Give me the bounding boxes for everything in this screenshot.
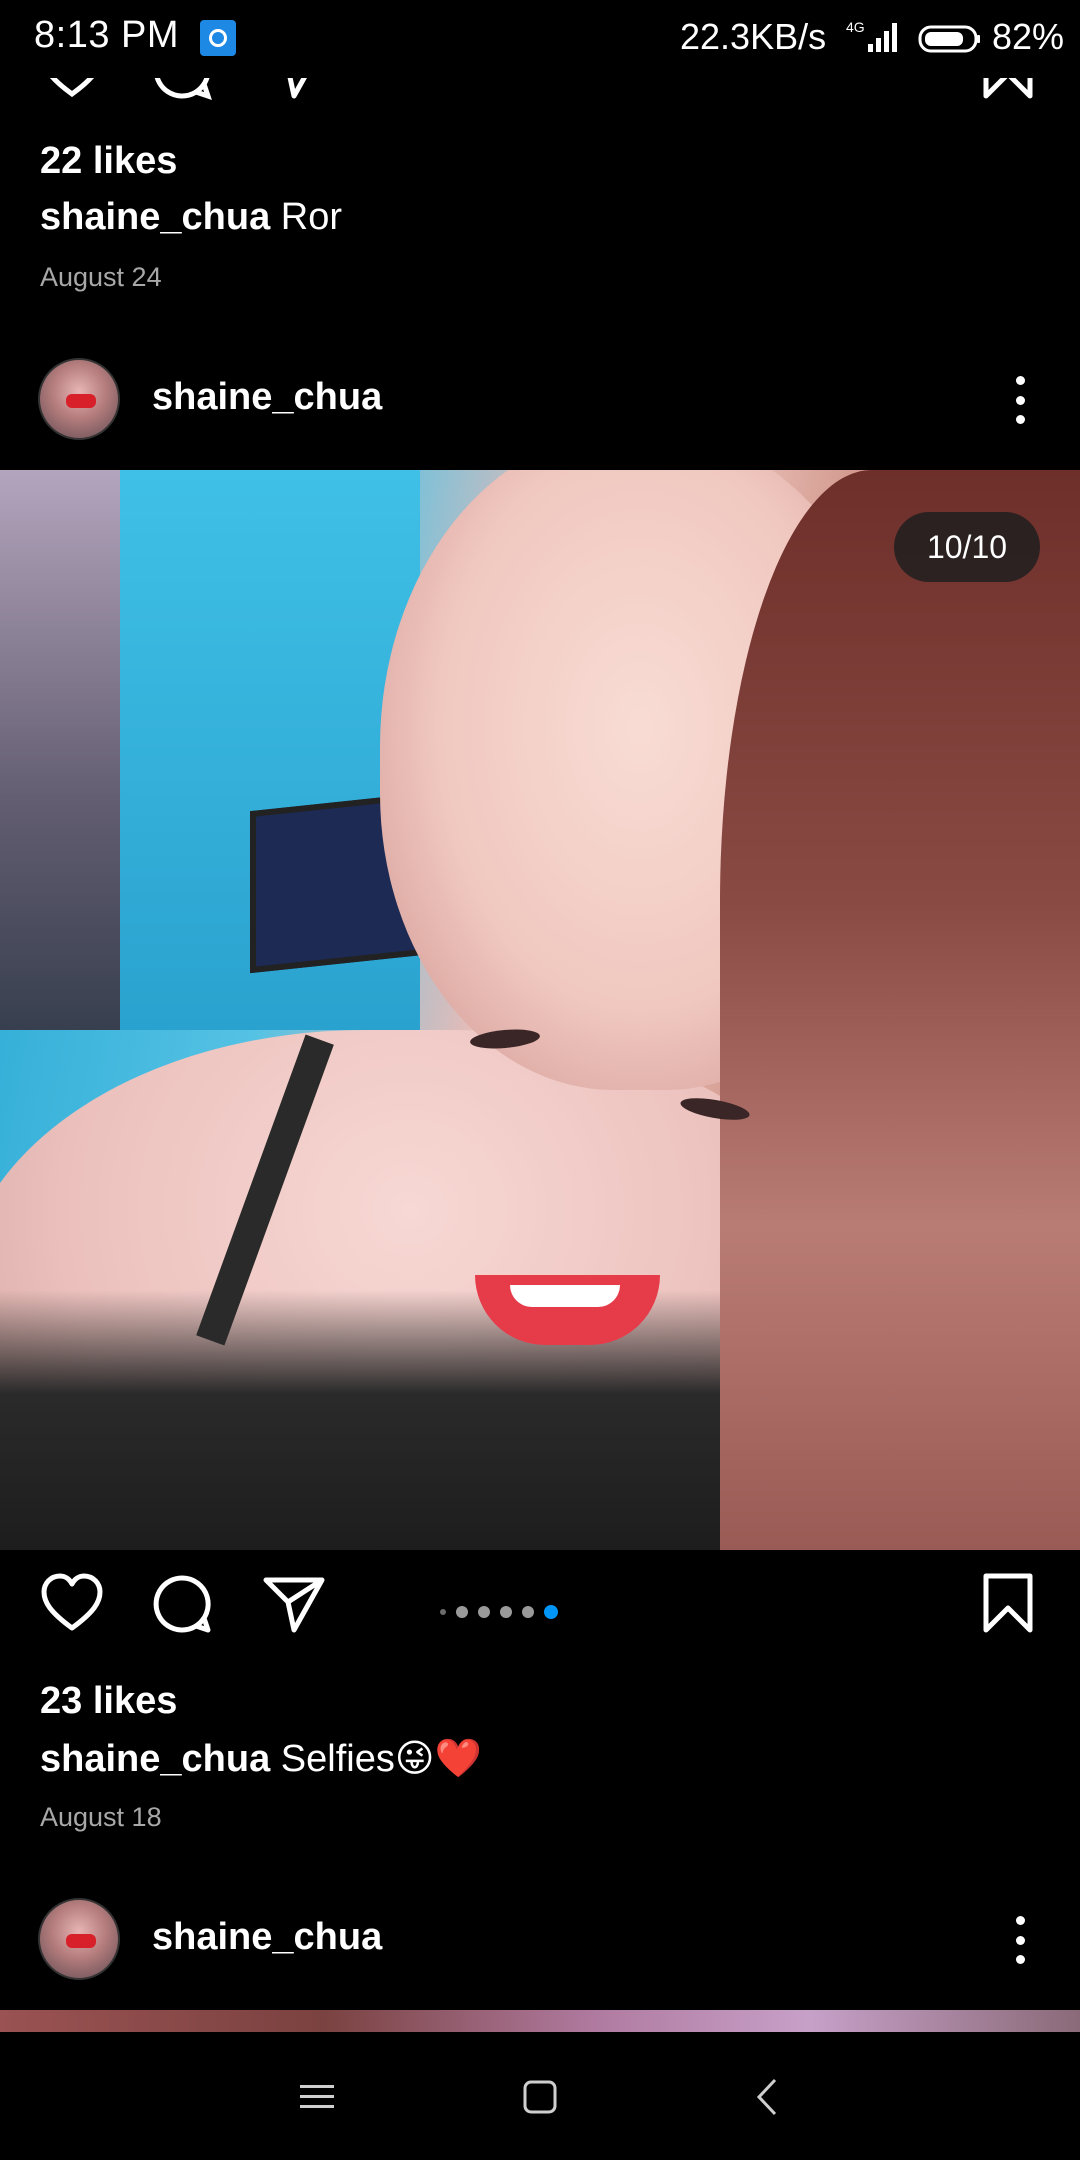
heart-outline-icon[interactable] bbox=[40, 1572, 104, 1636]
carousel-dot bbox=[456, 1606, 468, 1618]
post-caption: shaine_chua Ror bbox=[40, 196, 342, 239]
prev-post-actions bbox=[0, 78, 1080, 108]
post-username[interactable]: shaine_chua bbox=[152, 376, 382, 419]
speech-bubble-icon[interactable] bbox=[150, 1572, 214, 1636]
photo-hair bbox=[720, 470, 1080, 1550]
mi-app-icon bbox=[200, 20, 236, 56]
post-likes[interactable]: 22 likes bbox=[40, 140, 177, 183]
network-speed: 22.3KB/s bbox=[680, 16, 827, 57]
post-date: August 18 bbox=[40, 1802, 162, 1832]
caption-text: Ror bbox=[280, 196, 343, 238]
post-header: shaine_chua bbox=[0, 340, 1080, 460]
next-post-image[interactable] bbox=[0, 2010, 1080, 2032]
back-chevron-icon[interactable] bbox=[743, 2072, 793, 2122]
carousel-indicator bbox=[440, 1604, 558, 1620]
status-time: 8:13 PM bbox=[34, 14, 180, 56]
post-header: shaine_chua bbox=[0, 1880, 1080, 2000]
vertical-ellipsis-icon[interactable] bbox=[1000, 1910, 1040, 1970]
heart-outline-icon[interactable] bbox=[40, 78, 104, 102]
speech-bubble-icon[interactable] bbox=[150, 78, 214, 102]
menu-icon[interactable] bbox=[292, 2072, 342, 2122]
vertical-ellipsis-icon[interactable] bbox=[1000, 370, 1040, 430]
network-type: 4G bbox=[846, 19, 865, 35]
post-username[interactable]: shaine_chua bbox=[152, 1916, 382, 1959]
post-likes[interactable]: 23 likes bbox=[40, 1680, 177, 1723]
status-bar: 8:13 PM 22.3KB/s 4G 82% bbox=[0, 0, 1080, 78]
carousel-dot bbox=[500, 1606, 512, 1618]
bookmark-outline-icon[interactable] bbox=[980, 1572, 1036, 1636]
caption-text: Selfies😜❤️ bbox=[280, 1738, 482, 1780]
image-counter: 10/10 bbox=[894, 512, 1040, 582]
carousel-dot bbox=[522, 1606, 534, 1618]
post-actions bbox=[0, 1572, 1080, 1652]
carousel-dot bbox=[478, 1606, 490, 1618]
carousel-dot bbox=[440, 1609, 446, 1615]
post-caption: shaine_chua Selfies😜❤️ bbox=[40, 1736, 482, 1781]
system-nav-bar bbox=[0, 2032, 1080, 2160]
carousel-dot bbox=[544, 1605, 558, 1619]
battery-percent: 82% bbox=[992, 16, 1065, 57]
post-date: August 24 bbox=[40, 262, 162, 292]
avatar[interactable] bbox=[38, 1898, 120, 1980]
post-image[interactable]: 10/10 bbox=[0, 470, 1080, 1550]
paper-plane-icon[interactable] bbox=[262, 78, 326, 102]
caption-username[interactable]: shaine_chua bbox=[40, 196, 270, 238]
photo-shelf bbox=[0, 470, 120, 1030]
home-square-icon[interactable] bbox=[515, 2072, 565, 2122]
signal-icon: 4G bbox=[846, 19, 897, 52]
caption-username[interactable]: shaine_chua bbox=[40, 1738, 270, 1780]
bookmark-outline-icon[interactable] bbox=[980, 78, 1036, 102]
avatar[interactable] bbox=[38, 358, 120, 440]
battery-icon bbox=[918, 25, 980, 53]
paper-plane-icon[interactable] bbox=[262, 1572, 326, 1636]
